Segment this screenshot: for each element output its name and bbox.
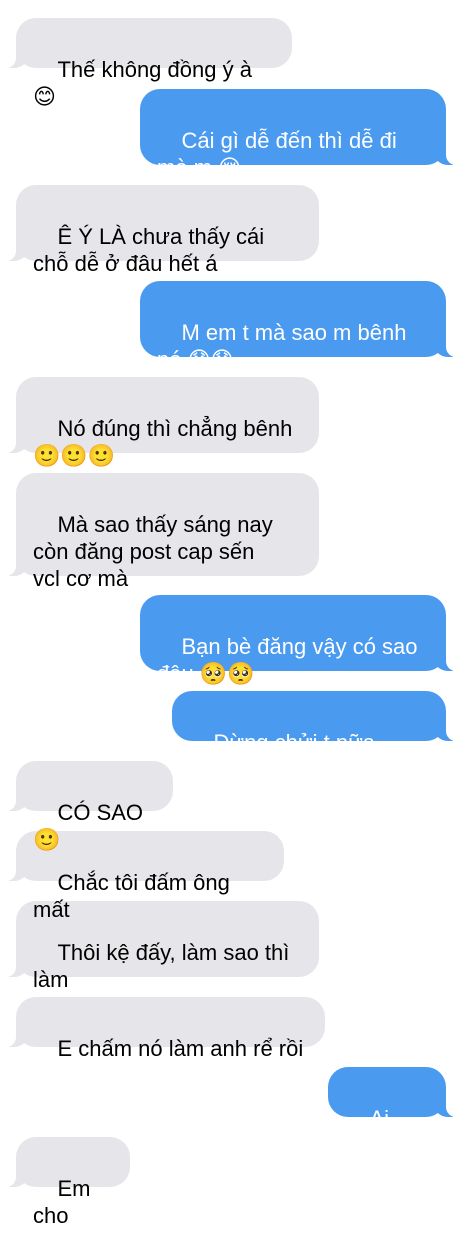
message-text: Em cho [33,1176,97,1228]
message-text: Cái gì dễ đến thì dễ đi mà m 😔 [157,128,397,180]
incoming-message[interactable]: Thế không đồng ý à 😊 [6,18,292,109]
message-text: Ai cho? [345,1106,396,1158]
incoming-message[interactable]: CÓ SAO 🙂 [6,761,173,852]
message-text: Ê Ý LÀ chưa thấy cái chỗ dễ ở đâu hết á [33,224,265,276]
incoming-message[interactable]: Nó đúng thì chẳng bênh 🙂🙂🙂 [6,377,319,468]
incoming-message[interactable]: Mà sao thấy sáng nay còn đăng post cap s… [6,473,319,591]
outgoing-message[interactable]: Đừng chửi t nữa huhu [172,691,456,782]
message-text: Mà sao thấy sáng nay còn đăng post cap s… [33,512,273,591]
outgoing-message[interactable]: Cái gì dễ đến thì dễ đi mà m 😔 [140,89,456,180]
message-text: E chấm nó làm anh rể rồi [57,1036,304,1061]
incoming-message[interactable]: E chấm nó làm anh rể rồi [6,997,325,1061]
incoming-message[interactable]: Ê Ý LÀ chưa thấy cái chỗ dễ ở đâu hết á [6,185,319,276]
outgoing-message[interactable]: Bạn bè đăng vậy có sao đâu 🥺🥺 [140,595,456,686]
message-text: Thôi kệ đấy, làm sao thì làm [33,940,290,992]
outgoing-message[interactable]: Ai cho? [328,1067,456,1158]
incoming-message[interactable]: Em cho [6,1137,130,1228]
message-text: M em t mà sao m bênh nó 😞😞 [157,320,407,372]
outgoing-message[interactable]: M em t mà sao m bênh nó 😞😞 [140,281,456,372]
message-text: Đừng chửi t nữa huhu [189,730,382,782]
message-text: Nó đúng thì chẳng bênh 🙂🙂🙂 [33,416,293,468]
message-text: Bạn bè đăng vậy có sao đâu 🥺🥺 [157,634,418,686]
